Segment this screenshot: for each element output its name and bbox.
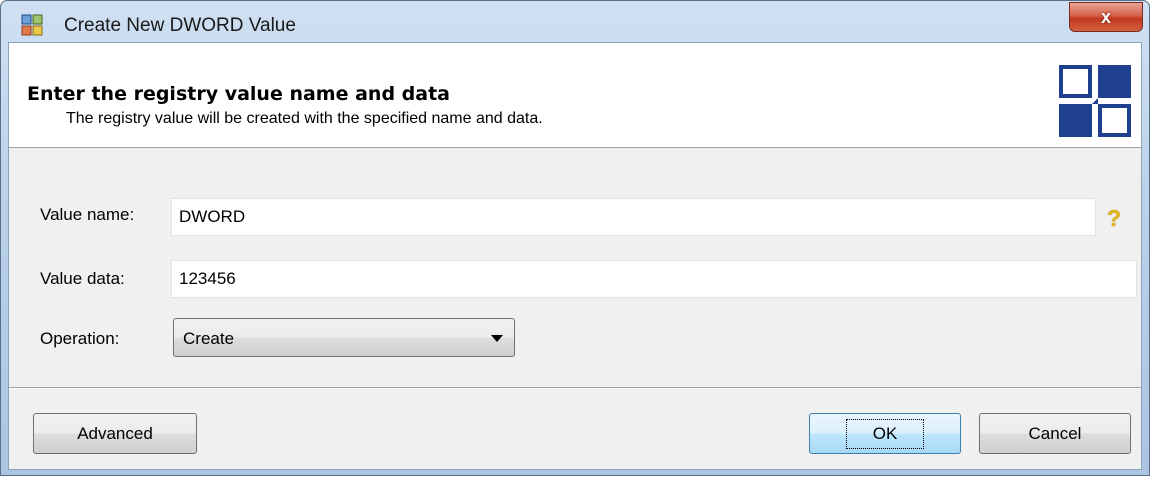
close-icon: x bbox=[1100, 6, 1111, 27]
cancel-button[interactable]: Cancel bbox=[979, 413, 1131, 454]
dialog-client-area: Enter the registry value name and data T… bbox=[8, 42, 1142, 470]
operation-selected-value: Create bbox=[183, 329, 235, 348]
title-bar[interactable]: Create New DWORD Value x bbox=[1, 1, 1149, 41]
button-area-divider bbox=[9, 387, 1141, 389]
help-glyph: ? bbox=[1106, 204, 1122, 231]
advanced-button-label: Advanced bbox=[77, 423, 153, 443]
header-title: Enter the registry value name and data bbox=[27, 83, 450, 105]
value-name-label: Value name: bbox=[40, 205, 135, 224]
ok-button-label: OK bbox=[845, 418, 925, 449]
dropdown-arrow-icon bbox=[491, 335, 503, 342]
value-data-label: Value data: bbox=[40, 269, 125, 288]
dialog-window: Create New DWORD Value x Enter the regis… bbox=[0, 0, 1150, 476]
registry-app-icon bbox=[21, 14, 43, 36]
operation-label: Operation: bbox=[40, 329, 120, 348]
close-button[interactable]: x bbox=[1069, 2, 1143, 32]
advanced-button[interactable]: Advanced bbox=[33, 413, 197, 454]
value-name-input[interactable] bbox=[171, 198, 1096, 236]
ok-button[interactable]: OK bbox=[809, 413, 961, 454]
cancel-button-label: Cancel bbox=[1028, 423, 1082, 443]
question-mark-icon[interactable]: ? bbox=[1102, 205, 1126, 231]
header-subtitle: The registry value will be created with … bbox=[66, 110, 543, 127]
operation-dropdown[interactable]: Create bbox=[173, 318, 515, 357]
window-title: Create New DWORD Value bbox=[64, 15, 296, 36]
value-data-input[interactable] bbox=[171, 260, 1137, 298]
wizard-header: Enter the registry value name and data T… bbox=[9, 43, 1141, 148]
registry-blocks-icon bbox=[1059, 65, 1131, 137]
